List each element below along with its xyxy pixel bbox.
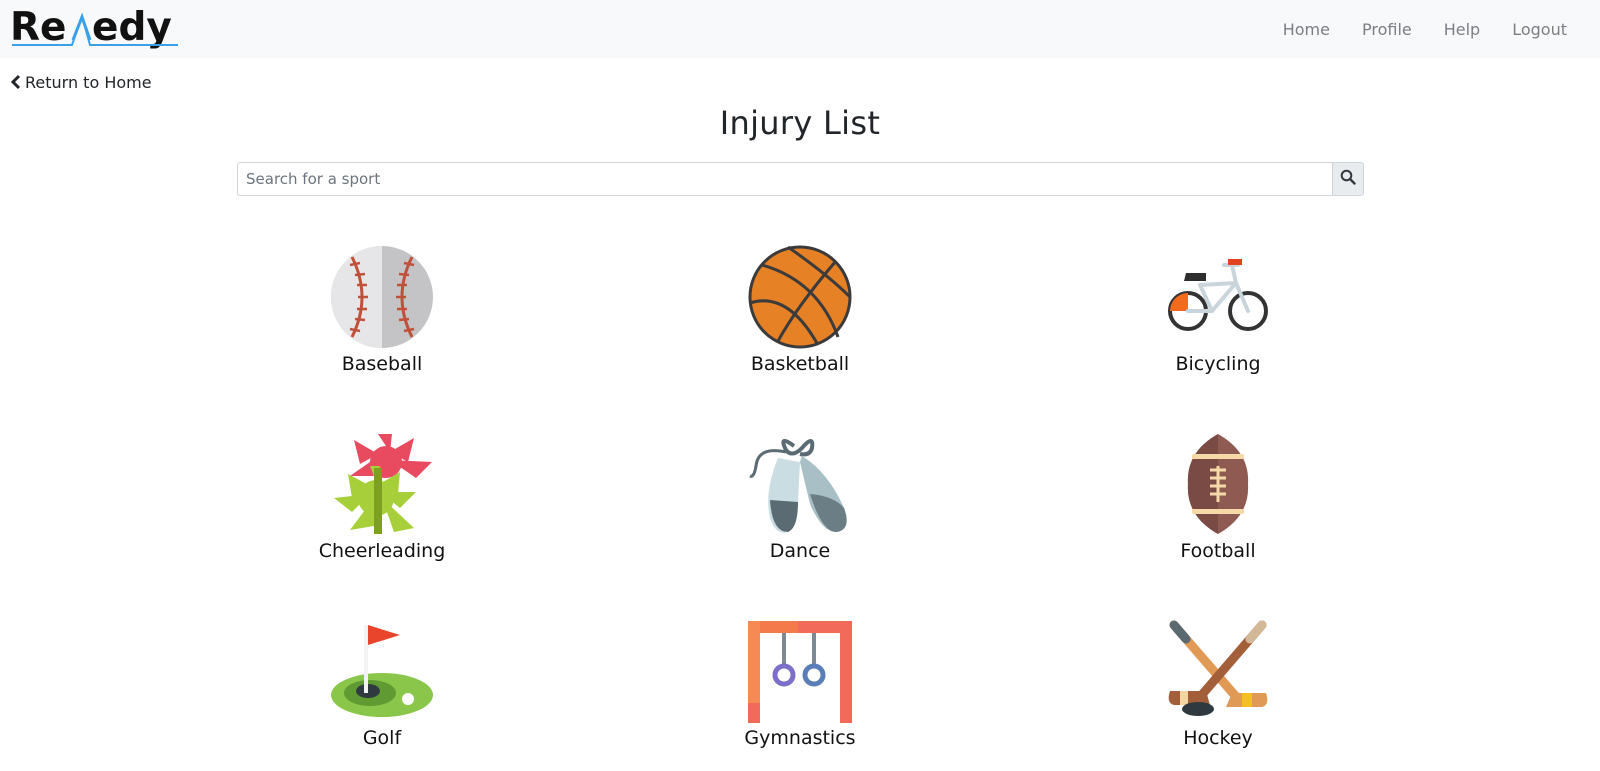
bicycle-icon <box>1166 245 1270 349</box>
basketball-icon <box>748 245 852 349</box>
sport-tile-hockey[interactable]: Hockey <box>1108 619 1328 769</box>
sport-tile-football[interactable]: Football <box>1108 432 1328 582</box>
nav-profile-link[interactable]: Profile <box>1362 20 1412 39</box>
sport-tile-golf[interactable]: Golf <box>272 619 492 769</box>
sport-tile-baseball[interactable]: Baseball <box>272 245 492 395</box>
search-icon <box>1340 169 1356 189</box>
ballet-shoes-icon <box>748 432 852 536</box>
brand-logo[interactable]: Re edy <box>10 4 182 50</box>
page-title: Injury List <box>719 104 881 142</box>
pompom-icon <box>330 432 434 536</box>
nav-menu: Home Profile Help Logout <box>1283 0 1567 58</box>
nav-home-link[interactable]: Home <box>1283 20 1330 39</box>
return-home-label: Return to Home <box>25 72 152 92</box>
sport-tile-bicycling[interactable]: Bicycling <box>1108 245 1328 395</box>
nav-logout-link[interactable]: Logout <box>1512 20 1567 39</box>
sport-label: Baseball <box>341 353 423 375</box>
nav-help-link[interactable]: Help <box>1444 20 1480 39</box>
search-bar <box>237 162 1364 196</box>
chevron-left-icon <box>11 74 21 90</box>
sport-label: Golf <box>362 727 402 749</box>
baseball-icon <box>330 245 434 349</box>
football-icon <box>1166 432 1270 536</box>
sport-label: Football <box>1180 540 1256 562</box>
sport-label: Bicycling <box>1175 353 1261 375</box>
sport-label: Cheerleading <box>318 540 446 562</box>
return-home-link[interactable]: Return to Home <box>11 72 152 92</box>
sport-label: Hockey <box>1183 727 1253 749</box>
svg-text:Re: Re <box>10 5 66 50</box>
hockey-sticks-icon <box>1166 619 1270 723</box>
sport-tile-basketball[interactable]: Basketball <box>690 245 910 395</box>
svg-text:edy: edy <box>92 5 172 50</box>
gymnastic-rings-icon <box>748 619 852 723</box>
sport-label: Basketball <box>750 353 850 375</box>
navbar: Re edy Home Profile Help Logout <box>0 0 1600 58</box>
sport-tile-gymnastics[interactable]: Gymnastics <box>690 619 910 769</box>
sport-tile-dance[interactable]: Dance <box>690 432 910 582</box>
sport-label: Dance <box>769 540 831 562</box>
search-input[interactable] <box>237 162 1332 196</box>
sport-label: Gymnastics <box>744 727 856 749</box>
sport-tile-cheerleading[interactable]: Cheerleading <box>272 432 492 582</box>
search-button[interactable] <box>1332 162 1364 196</box>
golf-flag-icon <box>330 619 434 723</box>
